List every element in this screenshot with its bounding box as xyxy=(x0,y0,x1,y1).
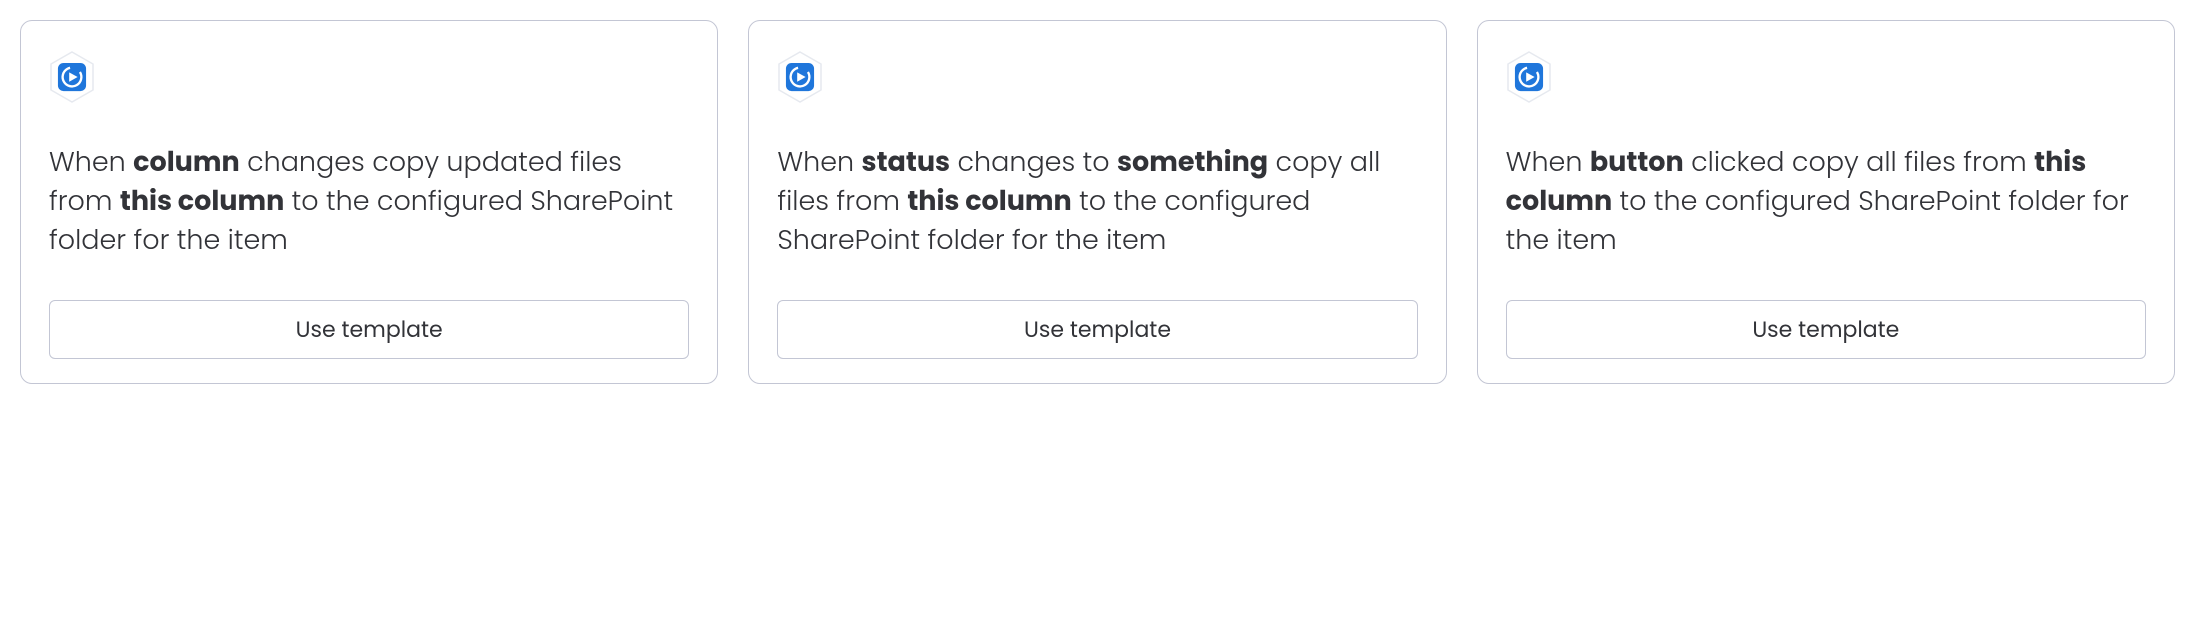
sharepoint-icon xyxy=(777,51,823,103)
desc-text: When xyxy=(777,144,861,181)
template-card: When button clicked copy all files from … xyxy=(1477,20,2175,384)
template-card: When status changes to something copy al… xyxy=(748,20,1446,384)
sharepoint-icon xyxy=(1506,51,1552,103)
template-cards-row: When column changes copy updated files f… xyxy=(20,20,2175,384)
desc-bold: status xyxy=(862,144,951,181)
use-template-button[interactable]: Use template xyxy=(777,300,1417,359)
desc-text: When xyxy=(49,144,133,181)
desc-bold: something xyxy=(1117,144,1268,181)
template-card: When column changes copy updated files f… xyxy=(20,20,718,384)
card-icon-wrap xyxy=(777,51,1417,103)
card-icon-wrap xyxy=(49,51,689,103)
desc-bold: this column xyxy=(907,183,1071,220)
template-description: When column changes copy updated files f… xyxy=(49,143,689,260)
card-icon-wrap xyxy=(1506,51,2146,103)
sharepoint-icon xyxy=(49,51,95,103)
desc-bold: button xyxy=(1590,144,1684,181)
desc-text: clicked copy all files from xyxy=(1684,144,2034,181)
desc-text: changes to xyxy=(950,144,1117,181)
desc-bold: column xyxy=(133,144,240,181)
desc-bold: this column xyxy=(120,183,284,220)
template-description: When status changes to something copy al… xyxy=(777,143,1417,260)
template-description: When button clicked copy all files from … xyxy=(1506,143,2146,260)
use-template-button[interactable]: Use template xyxy=(1506,300,2146,359)
use-template-button[interactable]: Use template xyxy=(49,300,689,359)
desc-text: When xyxy=(1506,144,1590,181)
